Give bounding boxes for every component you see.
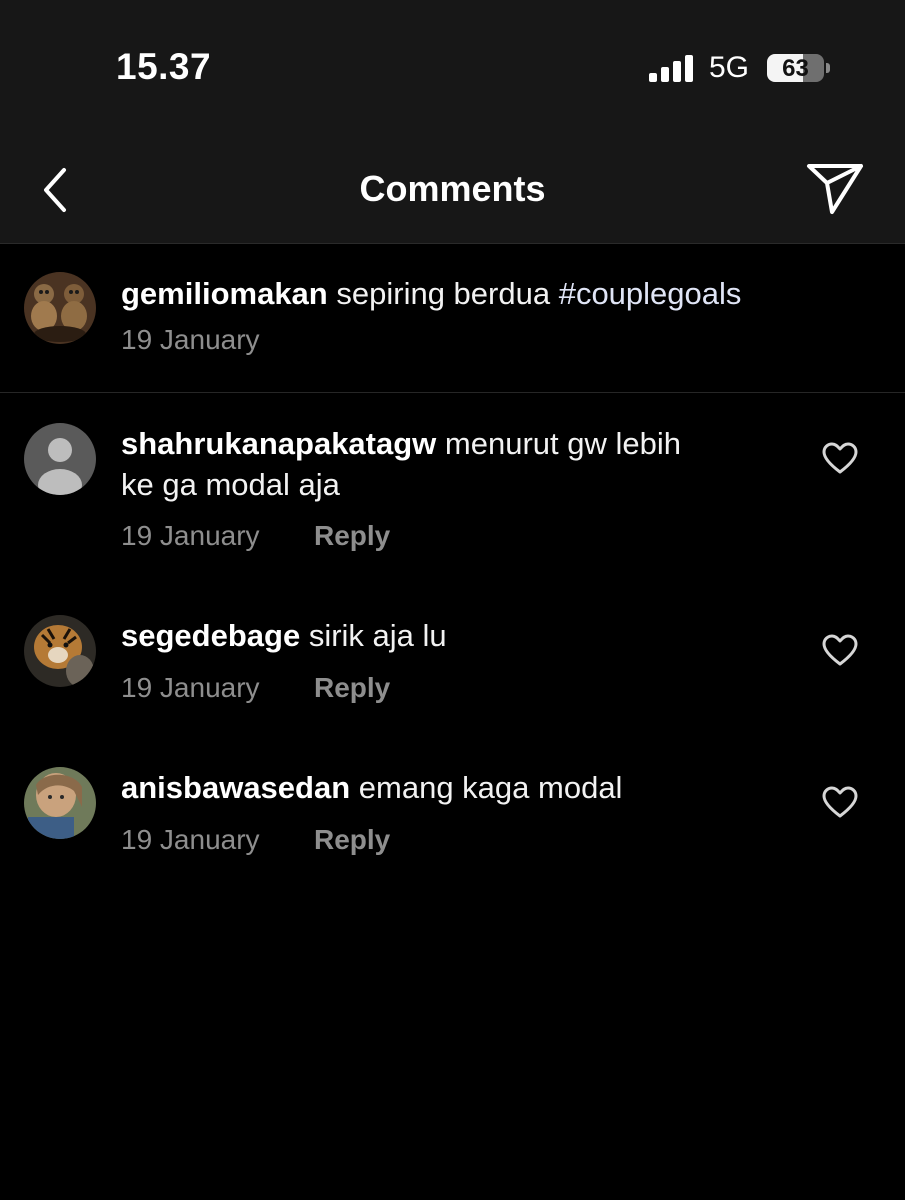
comment-body: menurut gw lebih [444, 426, 681, 461]
page-title: Comments [359, 168, 546, 209]
heart-icon[interactable] [820, 631, 860, 671]
comment-body-line2: ke ga modal aja [121, 467, 340, 502]
comment-username[interactable]: anisbawasedan [121, 770, 350, 805]
caption-hashtag[interactable]: #couplegoals [559, 276, 742, 311]
battery-level: 63 [782, 55, 809, 82]
divider [0, 392, 905, 393]
comment-text: shahrukanapakatagw menurut gw lebih ke g… [121, 423, 681, 505]
signal-icon [649, 55, 695, 82]
comment-date: 19 January [121, 824, 260, 855]
caption-body: sepiring berdua [336, 276, 551, 311]
comment-avatar[interactable] [24, 423, 96, 495]
battery-tip [826, 63, 830, 73]
caption-text: gemiliomakan sepiring berdua #couplegoal… [121, 273, 741, 314]
caption-avatar[interactable] [24, 272, 96, 344]
avatar-person-image [24, 767, 96, 839]
status-time: 15.37 [116, 46, 212, 87]
battery-icon: 63 [767, 54, 824, 82]
comment-username[interactable]: segedebage [121, 618, 300, 653]
reply-button[interactable]: Reply [314, 672, 390, 704]
caption-date: 19 January [121, 324, 260, 355]
caption-username[interactable]: gemiliomakan [121, 276, 328, 311]
comment-text: segedebage sirik aja lu [121, 615, 447, 656]
reply-button[interactable]: Reply [314, 520, 390, 552]
heart-icon[interactable] [820, 439, 860, 479]
comment-avatar[interactable] [24, 615, 96, 687]
comment-text: anisbawasedan emang kaga modal [121, 767, 622, 808]
comment-avatar[interactable] [24, 767, 96, 839]
avatar-tiger-image [24, 615, 96, 687]
comment-date: 19 January [121, 520, 260, 551]
network-type: 5G [709, 51, 750, 84]
comment-username[interactable]: shahrukanapakatagw [121, 426, 436, 461]
send-icon [807, 164, 863, 214]
share-button[interactable] [800, 158, 870, 220]
avatar-teddy-bears-image [24, 272, 96, 344]
comment-body: emang kaga modal [358, 770, 623, 805]
reply-button[interactable]: Reply [314, 824, 390, 856]
comment-body: sirik aja lu [308, 618, 447, 653]
top-bar: 15.37 5G 63 Comments [0, 0, 905, 244]
comment-date: 19 January [121, 672, 260, 703]
default-avatar-icon [24, 423, 96, 495]
heart-icon[interactable] [820, 783, 860, 823]
